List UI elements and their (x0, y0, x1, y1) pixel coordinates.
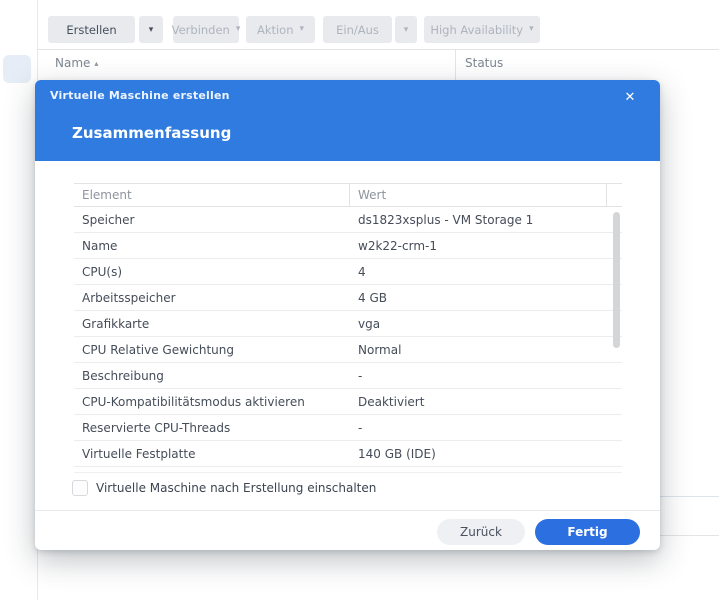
summary-value-cell: 140 GB (IDE) (358, 446, 436, 461)
summary-value-cell: ds1823xsplus - VM Storage 1 (358, 212, 534, 227)
power-on-after-create-checkbox[interactable] (72, 480, 88, 496)
column-header-status[interactable]: Status (465, 56, 503, 70)
footer-divider (35, 510, 660, 511)
create-vm-dialog: Virtuelle Maschine erstellen ✕ Zusammenf… (35, 80, 660, 550)
header-wert: Wert (350, 184, 607, 206)
page-title: Zusammenfassung (72, 124, 232, 142)
create-dropdown-button[interactable]: ▾ (139, 16, 163, 43)
action-button: Aktion ▾ (246, 16, 315, 43)
summary-table-row: Speicher ds1823xsplus - VM Storage 1 (74, 207, 622, 233)
summary-value-cell: 4 GB (358, 290, 387, 305)
summary-table-row: Reservierte CPU-Threads - (74, 415, 622, 441)
summary-table-row: CPU Relative Gewichtung Normal (74, 337, 622, 363)
toolbar-divider (38, 49, 719, 50)
vertical-scrollbar[interactable] (613, 212, 620, 348)
summary-element-cell: CPU Relative Gewichtung (82, 342, 234, 357)
summary-value-cell: w2k22-crm-1 (358, 238, 437, 253)
summary-value-cell: 4 (358, 264, 366, 279)
summary-value-cell: Normal (358, 342, 402, 357)
summary-table: Element Wert Speicher ds1823xsplus - VM S… (74, 183, 622, 473)
summary-table-header: Element Wert (74, 183, 622, 207)
power-dropdown-button: ▾ (395, 16, 417, 43)
summary-value-cell: - (358, 368, 363, 383)
summary-table-row: Name w2k22-crm-1 (74, 233, 622, 259)
summary-value-cell: vga (358, 316, 381, 331)
back-button[interactable]: Zurück (437, 519, 525, 545)
summary-element-cell: CPU-Kompatibilitätsmodus aktivieren (82, 394, 305, 409)
action-button-label: Aktion (256, 22, 294, 37)
sidebar-app-tile[interactable] (3, 55, 31, 83)
power-on-after-create-label: Virtuelle Maschine nach Erstellung einsc… (96, 481, 377, 495)
header-spacer (607, 184, 622, 206)
chevron-down-icon: ▾ (529, 24, 534, 34)
power-button: Ein/Aus (323, 16, 392, 43)
summary-element-cell: CPU(s) (82, 264, 123, 279)
connect-button: Verbinden ▾ (171, 16, 241, 43)
sort-ascending-icon: ▴ (94, 59, 99, 68)
header-element: Element (74, 184, 350, 206)
summary-element-cell: Arbeitsspeicher (82, 290, 176, 305)
dialog-header: Virtuelle Maschine erstellen ✕ Zusammenf… (35, 80, 660, 161)
dialog-title: Virtuelle Maschine erstellen (50, 89, 230, 102)
summary-element-cell: Name (82, 238, 118, 253)
chevron-down-icon: ▾ (235, 24, 241, 34)
summary-value-cell: Deaktiviert (358, 394, 425, 409)
high-availability-button-label: High Availability (430, 22, 524, 37)
summary-table-row: Grafikkarte vga (74, 311, 622, 337)
summary-table-row: Beschreibung - (74, 363, 622, 389)
summary-table-row: Virtuelle Festplatte 140 GB (IDE) (74, 441, 622, 467)
table-bottom-border (74, 467, 622, 473)
create-button[interactable]: Erstellen (48, 16, 135, 43)
column-header-name[interactable]: Name ▴ (55, 56, 98, 70)
summary-table-row: CPU(s) 4 (74, 259, 622, 285)
summary-element-cell: Reservierte CPU-Threads (82, 420, 231, 435)
finish-button[interactable]: Fertig (535, 519, 640, 545)
summary-element-cell: Speicher (82, 212, 135, 227)
high-availability-button: High Availability ▾ (424, 16, 540, 43)
summary-table-row: CPU-Kompatibilitätsmodus aktivieren Deakt… (74, 389, 622, 415)
create-button-label: Erstellen (66, 22, 117, 37)
summary-element-cell: Beschreibung (82, 368, 164, 383)
column-divider (455, 50, 456, 80)
connect-button-label: Verbinden (171, 22, 230, 37)
power-button-label: Ein/Aus (336, 22, 379, 37)
chevron-down-icon: ▾ (403, 24, 409, 35)
summary-value-cell: - (358, 420, 363, 435)
summary-element-cell: Grafikkarte (82, 316, 150, 331)
summary-table-row: Arbeitsspeicher 4 GB (74, 285, 622, 311)
chevron-down-icon: ▾ (299, 24, 305, 34)
chevron-down-icon: ▾ (148, 24, 154, 35)
summary-element-cell: Virtuelle Festplatte (82, 446, 196, 461)
close-icon[interactable]: ✕ (620, 87, 640, 107)
summary-table-body: Speicher ds1823xsplus - VM Storage 1 Name w… (74, 207, 622, 467)
app-sidebar (0, 0, 38, 600)
power-on-after-create-row: Virtuelle Maschine nach Erstellung einsc… (72, 480, 376, 496)
